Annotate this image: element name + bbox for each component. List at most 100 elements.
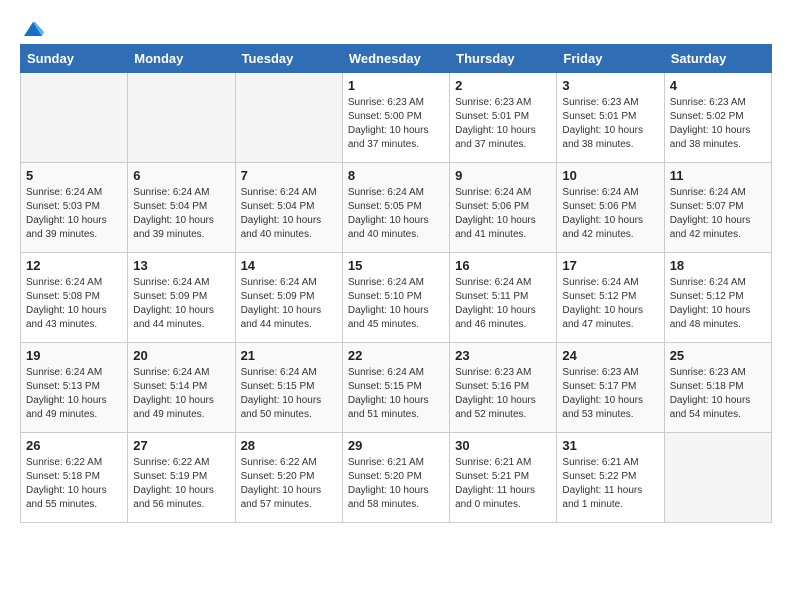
- calendar-cell: 9Sunrise: 6:24 AMSunset: 5:06 PMDaylight…: [450, 163, 557, 253]
- weekday-header-friday: Friday: [557, 45, 664, 73]
- sunrise-text: Sunrise: 6:24 AM: [455, 277, 531, 288]
- daylight-text: Daylight: 10 hours and 39 minutes.: [133, 215, 214, 240]
- day-number: 6: [133, 168, 229, 183]
- sunrise-text: Sunrise: 6:24 AM: [562, 277, 638, 288]
- calendar-cell: 17Sunrise: 6:24 AMSunset: 5:12 PMDayligh…: [557, 253, 664, 343]
- day-info: Sunrise: 6:23 AMSunset: 5:16 PMDaylight:…: [455, 366, 551, 422]
- sunset-text: Sunset: 5:12 PM: [562, 291, 636, 302]
- day-number: 26: [26, 438, 122, 453]
- day-number: 3: [562, 78, 658, 93]
- calendar-cell: 19Sunrise: 6:24 AMSunset: 5:13 PMDayligh…: [21, 343, 128, 433]
- calendar-cell: 4Sunrise: 6:23 AMSunset: 5:02 PMDaylight…: [664, 73, 771, 163]
- sunrise-text: Sunrise: 6:24 AM: [133, 187, 209, 198]
- calendar-cell: 14Sunrise: 6:24 AMSunset: 5:09 PMDayligh…: [235, 253, 342, 343]
- sunset-text: Sunset: 5:06 PM: [562, 201, 636, 212]
- day-info: Sunrise: 6:24 AMSunset: 5:07 PMDaylight:…: [670, 186, 766, 242]
- day-info: Sunrise: 6:24 AMSunset: 5:03 PMDaylight:…: [26, 186, 122, 242]
- calendar-cell: 23Sunrise: 6:23 AMSunset: 5:16 PMDayligh…: [450, 343, 557, 433]
- sunset-text: Sunset: 5:18 PM: [26, 471, 100, 482]
- day-number: 29: [348, 438, 444, 453]
- daylight-text: Daylight: 10 hours and 42 minutes.: [562, 215, 643, 240]
- day-number: 13: [133, 258, 229, 273]
- day-info: Sunrise: 6:24 AMSunset: 5:12 PMDaylight:…: [562, 276, 658, 332]
- sunset-text: Sunset: 5:22 PM: [562, 471, 636, 482]
- day-number: 12: [26, 258, 122, 273]
- day-number: 22: [348, 348, 444, 363]
- day-info: Sunrise: 6:21 AMSunset: 5:22 PMDaylight:…: [562, 456, 658, 512]
- week-row-2: 5Sunrise: 6:24 AMSunset: 5:03 PMDaylight…: [21, 163, 772, 253]
- weekday-header-saturday: Saturday: [664, 45, 771, 73]
- daylight-text: Daylight: 10 hours and 37 minutes.: [348, 125, 429, 150]
- daylight-text: Daylight: 10 hours and 37 minutes.: [455, 125, 536, 150]
- day-info: Sunrise: 6:22 AMSunset: 5:19 PMDaylight:…: [133, 456, 229, 512]
- sunset-text: Sunset: 5:04 PM: [133, 201, 207, 212]
- sunrise-text: Sunrise: 6:24 AM: [133, 367, 209, 378]
- daylight-text: Daylight: 10 hours and 41 minutes.: [455, 215, 536, 240]
- day-info: Sunrise: 6:24 AMSunset: 5:08 PMDaylight:…: [26, 276, 122, 332]
- calendar-cell: 31Sunrise: 6:21 AMSunset: 5:22 PMDayligh…: [557, 433, 664, 523]
- daylight-text: Daylight: 10 hours and 40 minutes.: [348, 215, 429, 240]
- daylight-text: Daylight: 10 hours and 42 minutes.: [670, 215, 751, 240]
- sunset-text: Sunset: 5:12 PM: [670, 291, 744, 302]
- sunrise-text: Sunrise: 6:23 AM: [562, 97, 638, 108]
- sunset-text: Sunset: 5:00 PM: [348, 111, 422, 122]
- day-number: 10: [562, 168, 658, 183]
- calendar-cell: 27Sunrise: 6:22 AMSunset: 5:19 PMDayligh…: [128, 433, 235, 523]
- calendar-cell: 3Sunrise: 6:23 AMSunset: 5:01 PMDaylight…: [557, 73, 664, 163]
- day-number: 4: [670, 78, 766, 93]
- sunrise-text: Sunrise: 6:24 AM: [348, 277, 424, 288]
- daylight-text: Daylight: 10 hours and 53 minutes.: [562, 395, 643, 420]
- weekday-header-row: SundayMondayTuesdayWednesdayThursdayFrid…: [21, 45, 772, 73]
- sunrise-text: Sunrise: 6:23 AM: [562, 367, 638, 378]
- sunset-text: Sunset: 5:04 PM: [241, 201, 315, 212]
- weekday-header-tuesday: Tuesday: [235, 45, 342, 73]
- day-info: Sunrise: 6:23 AMSunset: 5:00 PMDaylight:…: [348, 96, 444, 152]
- calendar-cell: 11Sunrise: 6:24 AMSunset: 5:07 PMDayligh…: [664, 163, 771, 253]
- day-info: Sunrise: 6:24 AMSunset: 5:09 PMDaylight:…: [241, 276, 337, 332]
- sunrise-text: Sunrise: 6:22 AM: [26, 457, 102, 468]
- day-number: 24: [562, 348, 658, 363]
- day-info: Sunrise: 6:24 AMSunset: 5:09 PMDaylight:…: [133, 276, 229, 332]
- calendar-cell: 20Sunrise: 6:24 AMSunset: 5:14 PMDayligh…: [128, 343, 235, 433]
- calendar-cell: [21, 73, 128, 163]
- sunset-text: Sunset: 5:15 PM: [348, 381, 422, 392]
- weekday-header-wednesday: Wednesday: [342, 45, 449, 73]
- sunset-text: Sunset: 5:09 PM: [133, 291, 207, 302]
- daylight-text: Daylight: 10 hours and 55 minutes.: [26, 485, 107, 510]
- sunrise-text: Sunrise: 6:24 AM: [241, 277, 317, 288]
- calendar-cell: 25Sunrise: 6:23 AMSunset: 5:18 PMDayligh…: [664, 343, 771, 433]
- day-info: Sunrise: 6:24 AM Sunset: 5:04 PM Daylight:…: [133, 186, 229, 242]
- sunrise-text: Sunrise: 6:23 AM: [670, 367, 746, 378]
- sunrise-text: Sunrise: 6:23 AM: [455, 367, 531, 378]
- daylight-text: Daylight: 10 hours and 38 minutes.: [670, 125, 751, 150]
- calendar-cell: 2Sunrise: 6:23 AMSunset: 5:01 PMDaylight…: [450, 73, 557, 163]
- calendar-cell: 8Sunrise: 6:24 AMSunset: 5:05 PMDaylight…: [342, 163, 449, 253]
- logo-icon: [22, 20, 44, 38]
- calendar-cell: 12 Sunrise: 6:24 AMSunset: 5:08 PMDayligh…: [21, 253, 128, 343]
- week-row-3: 12 Sunrise: 6:24 AMSunset: 5:08 PMDayligh…: [21, 253, 772, 343]
- sunset-text: Sunset: 5:17 PM: [562, 381, 636, 392]
- daylight-text: Daylight: 10 hours and 44 minutes.: [133, 305, 214, 330]
- sunrise-text: Sunrise: 6:24 AM: [348, 187, 424, 198]
- weekday-header-thursday: Thursday: [450, 45, 557, 73]
- day-number: 18: [670, 258, 766, 273]
- sunset-text: Sunset: 5:11 PM: [455, 291, 528, 302]
- daylight-text: Daylight: 11 hours and 1 minute.: [562, 485, 642, 510]
- calendar-cell: 24 Sunrise: 6:23 AM Sunset: 5:17 PM Dayligh…: [557, 343, 664, 433]
- day-number: 17: [562, 258, 658, 273]
- sunset-text: Sunset: 5:19 PM: [133, 471, 207, 482]
- calendar-cell: 1Sunrise: 6:23 AMSunset: 5:00 PMDaylight…: [342, 73, 449, 163]
- sunset-text: Sunset: 5:20 PM: [348, 471, 422, 482]
- calendar-cell: 6 Sunrise: 6:24 AM Sunset: 5:04 PM Daylight…: [128, 163, 235, 253]
- day-info: Sunrise: 6:24 AMSunset: 5:04 PMDaylight:…: [241, 186, 337, 242]
- day-number: 21: [241, 348, 337, 363]
- daylight-text: Daylight: 10 hours and 58 minutes.: [348, 485, 429, 510]
- day-info: Sunrise: 6:23 AMSunset: 5:18 PMDaylight:…: [670, 366, 766, 422]
- day-info: Sunrise: 6:23 AMSunset: 5:01 PMDaylight:…: [455, 96, 551, 152]
- sunset-text: Sunset: 5:01 PM: [562, 111, 636, 122]
- calendar-cell: 13 Sunrise: 6:24 AMSunset: 5:09 PMDayligh…: [128, 253, 235, 343]
- sunrise-text: Sunrise: 6:24 AM: [241, 187, 317, 198]
- sunrise-text: Sunrise: 6:22 AM: [133, 457, 209, 468]
- sunrise-text: Sunrise: 6:24 AM: [670, 277, 746, 288]
- sunrise-text: Sunrise: 6:24 AM: [670, 187, 746, 198]
